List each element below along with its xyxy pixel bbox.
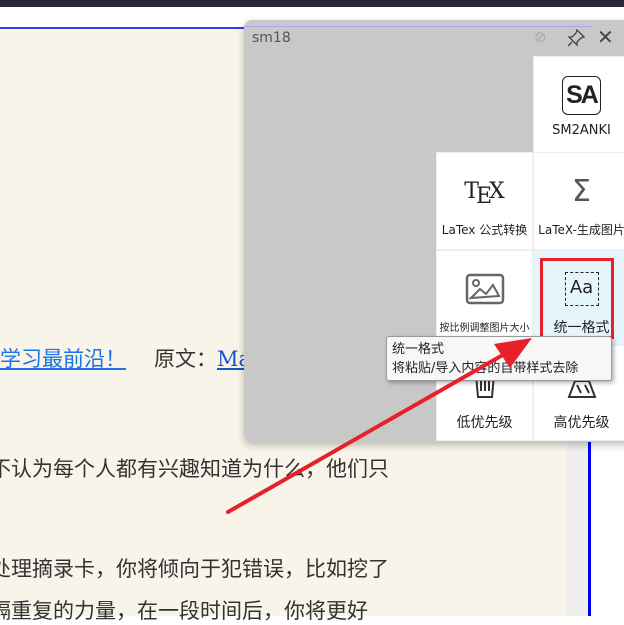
- arrow-shaft: [226, 350, 510, 514]
- arrow-head: [494, 338, 532, 368]
- annotation-arrow: [226, 338, 532, 514]
